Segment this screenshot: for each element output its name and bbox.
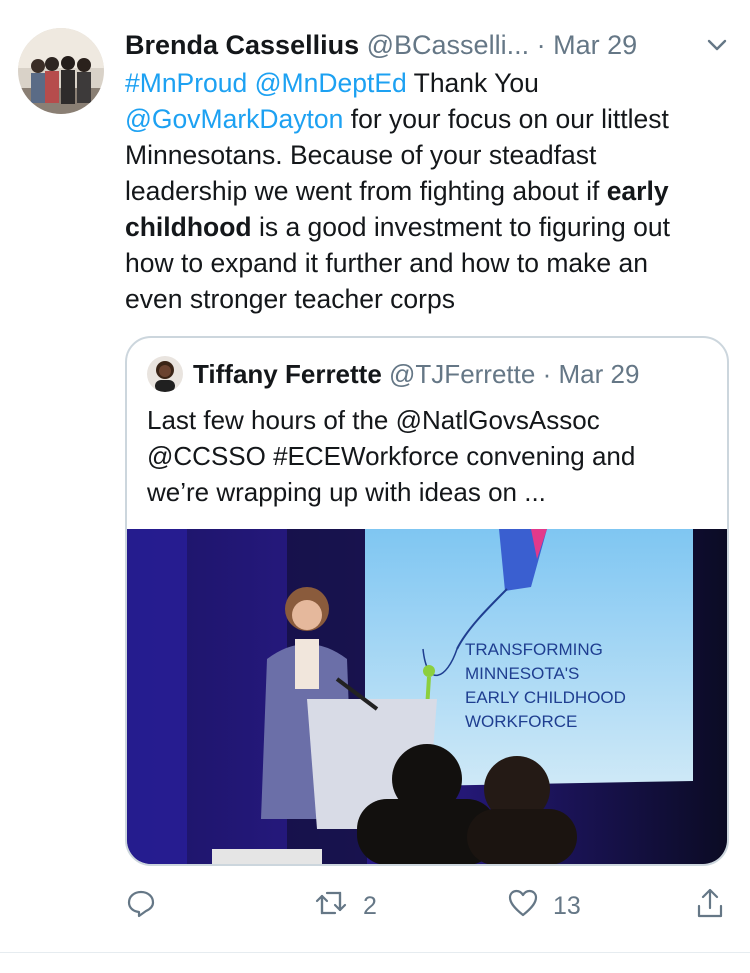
retweet-count: 2 xyxy=(363,891,377,920)
reply-icon xyxy=(125,887,157,926)
quoted-text: Last few hours of the @NatlGovsAssoc @CC… xyxy=(147,405,636,507)
mention-link[interactable]: @GovMarkDayton xyxy=(125,104,343,134)
svg-text:WORKFORCE: WORKFORCE xyxy=(465,712,577,731)
quoted-tweet[interactable]: Tiffany Ferrette @TJFerrette · Mar 29 La… xyxy=(125,336,729,866)
quoted-header: Tiffany Ferrette @TJFerrette · Mar 29 xyxy=(193,357,639,391)
quoted-photo[interactable]: TRANSFORMING MINNESOTA'S EARLY CHILDHOOD… xyxy=(127,529,727,864)
quoted-author-avatar[interactable] xyxy=(147,356,183,392)
separator-dot: · xyxy=(536,30,546,60)
heart-icon xyxy=(507,887,539,926)
tweet-date[interactable]: Mar 29 xyxy=(553,30,637,60)
share-icon xyxy=(695,886,725,927)
author-handle[interactable]: @BCasselli... xyxy=(367,30,529,60)
author-name[interactable]: Brenda Cassellius xyxy=(125,30,359,60)
hashtag-link[interactable]: #MnProud xyxy=(125,68,247,98)
quoted-author-name[interactable]: Tiffany Ferrette xyxy=(193,359,382,389)
mention-link[interactable]: @MnDeptEd xyxy=(255,68,407,98)
retweet-button[interactable]: 2 xyxy=(313,885,377,927)
author-avatar[interactable] xyxy=(18,28,104,114)
chevron-down-icon[interactable] xyxy=(704,32,730,58)
like-count: 13 xyxy=(553,891,581,920)
svg-text:TRANSFORMING: TRANSFORMING xyxy=(465,640,603,659)
divider xyxy=(0,952,750,953)
svg-text:MINNESOTA'S: MINNESOTA'S xyxy=(465,664,579,683)
separator-dot: · xyxy=(542,359,552,389)
share-button[interactable] xyxy=(695,885,725,927)
quoted-author-handle[interactable]: @TJFerrette xyxy=(389,359,535,389)
quoted-date[interactable]: Mar 29 xyxy=(558,359,639,389)
svg-text:EARLY CHILDHOOD: EARLY CHILDHOOD xyxy=(465,688,626,707)
tweet-actions: 2 13 xyxy=(125,885,735,927)
retweet-icon xyxy=(313,887,349,926)
like-button[interactable]: 13 xyxy=(507,885,581,927)
tweet-text: #MnProud @MnDeptEd Thank You @GovMarkDay… xyxy=(125,68,670,314)
reply-button[interactable] xyxy=(125,885,157,927)
tweet-header: Brenda Cassellius @BCasselli... · Mar 29 xyxy=(125,28,730,62)
